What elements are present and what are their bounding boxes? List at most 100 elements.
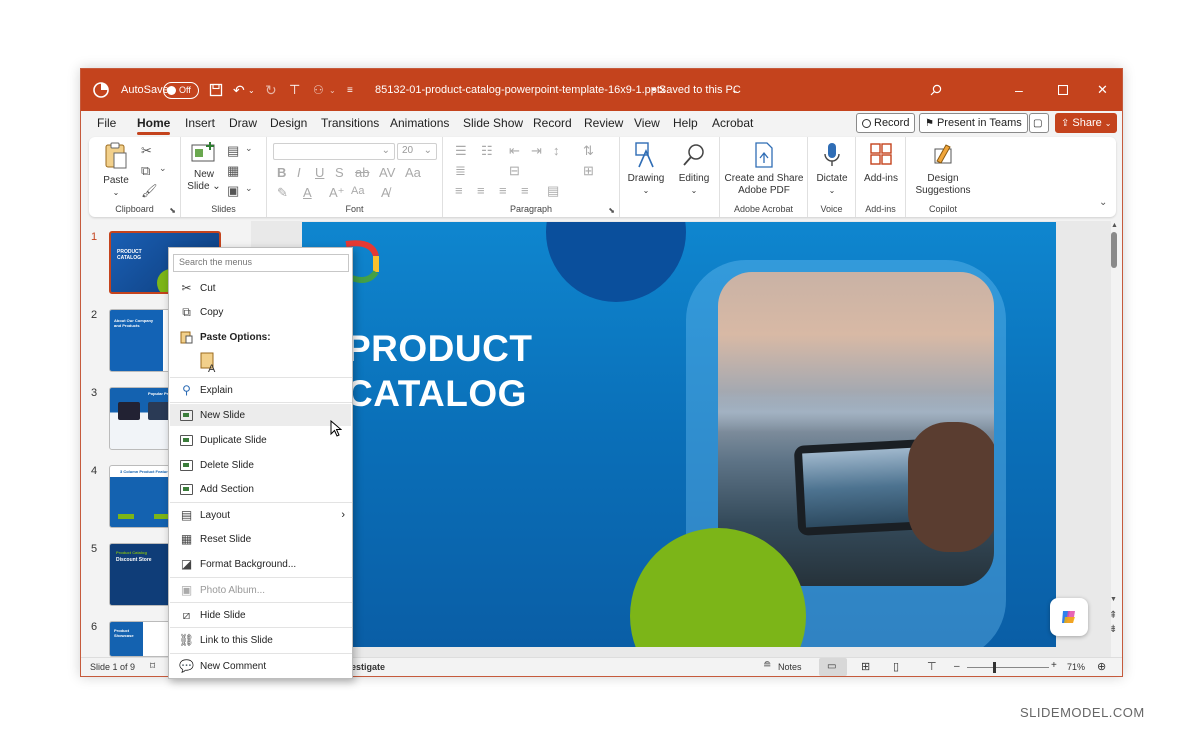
text-direction-icon[interactable]: ⇅	[583, 143, 594, 159]
cut-icon[interactable]: ✂	[141, 143, 152, 159]
font-color-icon[interactable]: A	[303, 185, 312, 200]
decrease-indent-icon[interactable]: ⇤	[509, 143, 520, 159]
zoom-slider-thumb[interactable]	[993, 662, 996, 673]
share-button[interactable]: ⇪ Share ⌄	[1055, 113, 1118, 133]
main-slide[interactable]: PRODUCT CATALOG	[302, 222, 1056, 647]
redo-icon[interactable]: ↻	[265, 69, 277, 111]
menu-item-delete-slide[interactable]: Delete Slide	[170, 454, 351, 476]
layout-dropdown-icon[interactable]: ⌄	[245, 143, 253, 154]
close-icon[interactable]: ✕	[1097, 69, 1108, 111]
menu-item-new-slide[interactable]: New Slide	[170, 404, 351, 426]
zoom-in-icon[interactable]: +	[1051, 660, 1057, 671]
reading-view-icon[interactable]: ▯	[893, 660, 899, 673]
bold-icon[interactable]: B	[277, 165, 286, 180]
scroll-up-arrow-icon[interactable]: ▲	[1111, 222, 1118, 229]
copy-icon[interactable]: ⧉	[141, 163, 150, 179]
presenter-icon[interactable]: ⊤	[289, 69, 300, 111]
addins-button[interactable]: Add-ins	[858, 141, 904, 185]
undo-icon[interactable]: ↶	[233, 69, 245, 111]
increase-indent-icon[interactable]: ⇥	[531, 143, 542, 159]
clipboard-launcher-icon[interactable]: ⬊	[169, 206, 176, 215]
shadow-icon[interactable]: S	[335, 165, 344, 180]
underline-icon[interactable]: U	[315, 165, 324, 180]
new-slide-button[interactable]: New Slide ⌄	[187, 141, 221, 193]
format-painter-icon[interactable]: 🖌	[141, 183, 158, 199]
scroll-down-arrow-icon[interactable]: ▼	[1110, 596, 1117, 603]
design-suggestions-button[interactable]: Design Suggestions	[908, 141, 978, 197]
paste-button[interactable]: Paste ⌄	[99, 141, 133, 199]
tab-animations[interactable]: Animations	[390, 116, 449, 130]
tab-file[interactable]: File	[97, 116, 116, 130]
previous-slide-icon[interactable]: ⇞	[1109, 610, 1117, 621]
drawing-button[interactable]: Drawing ⌄	[624, 141, 668, 197]
paste-keep-text-only-button[interactable]: A	[199, 350, 219, 375]
menu-search-input[interactable]: Search the menus	[173, 254, 349, 272]
comments-button[interactable]: ▢	[1029, 113, 1049, 133]
maximize-icon[interactable]	[1058, 69, 1068, 111]
spacing-icon[interactable]: AV	[379, 165, 395, 180]
slide-counter[interactable]: Slide 1 of 9	[90, 662, 135, 672]
notes-button[interactable]: Notes	[778, 662, 802, 672]
present-in-teams-button[interactable]: ⚑ Present in Teams	[919, 113, 1028, 133]
tab-home[interactable]: Home	[137, 116, 171, 135]
menu-item-format-background[interactable]: ◪ Format Background...	[170, 553, 351, 575]
font-name-combo[interactable]: ⌄	[273, 143, 395, 160]
copilot-floating-button[interactable]	[1050, 598, 1088, 636]
aa-icon[interactable]: Aa	[351, 185, 364, 197]
search-icon[interactable]	[930, 69, 942, 111]
tab-help[interactable]: Help	[673, 116, 698, 130]
menu-item-copy[interactable]: ⧉ Copy	[170, 301, 351, 323]
strikethrough-icon[interactable]: ab	[355, 165, 369, 180]
distribute-icon[interactable]: ▤	[547, 183, 559, 199]
layout-icon[interactable]: ▤	[227, 143, 239, 159]
tab-slide-show[interactable]: Slide Show	[463, 116, 523, 130]
highlight-icon[interactable]: ✎	[277, 185, 288, 201]
dictate-button[interactable]: Dictate ⌄	[810, 141, 854, 197]
scrollbar-thumb[interactable]	[1111, 232, 1117, 268]
section-icon[interactable]: ▣	[227, 183, 239, 199]
align-text-icon[interactable]: ⊟	[509, 163, 520, 179]
clear-format-icon[interactable]: A̸	[381, 185, 390, 200]
align-left-icon[interactable]: ≡	[455, 183, 463, 198]
menu-item-link-to-slide[interactable]: ⛓ Link to this Slide	[170, 629, 351, 651]
normal-view-button[interactable]: ▭	[819, 658, 847, 676]
paragraph-launcher-icon[interactable]: ⬊	[608, 206, 615, 215]
font-size-combo[interactable]: 20 ⌄	[397, 143, 437, 160]
shapes-icon[interactable]: ⚇	[313, 69, 324, 111]
menu-item-photo-album[interactable]: ▣ Photo Album...	[170, 579, 351, 601]
copy-dropdown-icon[interactable]: ⌄	[159, 163, 167, 174]
menu-item-new-comment[interactable]: 💬 New Comment	[170, 655, 351, 677]
columns-icon[interactable]: ≣	[455, 163, 466, 179]
ribbon-collapse-chevron-icon[interactable]: ⌄	[1099, 197, 1107, 208]
menu-item-explain[interactable]: ⚲ Explain	[170, 379, 351, 401]
notes-icon[interactable]: ≘	[763, 660, 771, 671]
slideshow-view-icon[interactable]: ⊤	[927, 660, 937, 673]
next-slide-icon[interactable]: ⇟	[1109, 624, 1117, 635]
customize-toolbar-icon[interactable]: ≡	[347, 69, 353, 111]
undo-dropdown-icon[interactable]: ⌄	[248, 69, 255, 111]
fit-to-window-icon[interactable]: ⊕	[1097, 660, 1106, 673]
menu-item-add-section[interactable]: Add Section	[170, 478, 351, 500]
zoom-slider-track[interactable]	[967, 667, 1049, 668]
zoom-out-icon[interactable]: –	[954, 661, 960, 672]
menu-item-hide-slide[interactable]: ⧄ Hide Slide	[170, 604, 351, 626]
tab-review[interactable]: Review	[584, 116, 623, 130]
slide-title[interactable]: PRODUCT CATALOG	[346, 326, 532, 416]
autosave-toggle[interactable]: Off	[163, 69, 199, 111]
change-case-icon[interactable]: Aa	[405, 165, 421, 180]
zoom-level[interactable]: 71%	[1067, 662, 1085, 672]
justify-icon[interactable]: ≡	[521, 183, 529, 198]
bullets-icon[interactable]: ☰	[455, 143, 467, 159]
tab-acrobat[interactable]: Acrobat	[712, 116, 753, 130]
italic-icon[interactable]: I	[297, 165, 301, 180]
record-button[interactable]: Record	[856, 113, 916, 133]
smartart-icon[interactable]: ⊞	[583, 163, 594, 179]
align-right-icon[interactable]: ≡	[499, 183, 507, 198]
numbering-icon[interactable]: ☷	[481, 143, 493, 159]
minimize-icon[interactable]: –	[1015, 69, 1023, 111]
tab-view[interactable]: View	[634, 116, 660, 130]
tab-design[interactable]: Design	[270, 116, 307, 130]
section-dropdown-icon[interactable]: ⌄	[245, 183, 253, 194]
shapes-dropdown-icon[interactable]: ⌄	[329, 69, 336, 111]
menu-item-duplicate-slide[interactable]: Duplicate Slide	[170, 429, 351, 451]
